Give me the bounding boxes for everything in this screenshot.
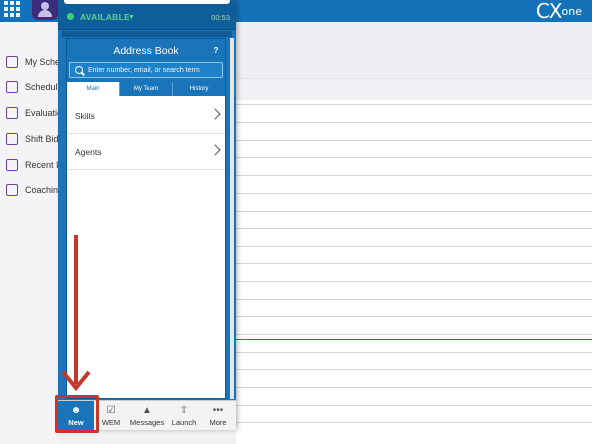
annotation-arrow xyxy=(61,235,91,392)
